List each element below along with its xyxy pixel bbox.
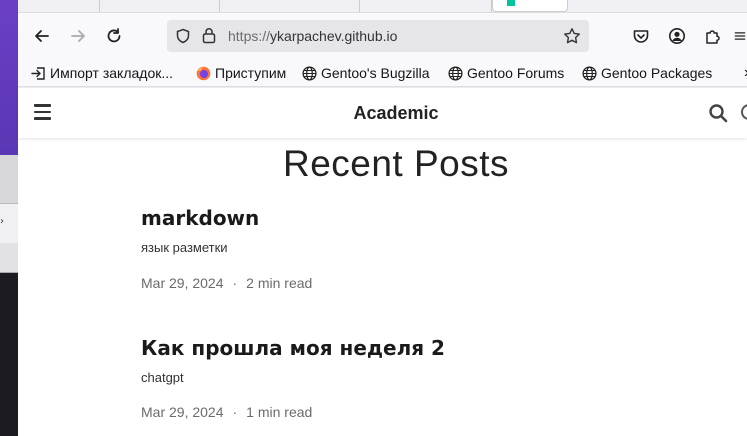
bookmark-getting-started[interactable]: Приступим (196, 64, 286, 82)
bookmark-gentoo-bugzilla[interactable]: Gentoo's Bugzilla (302, 64, 430, 82)
bookmark-label: Gentoo Forums (467, 65, 565, 81)
post-meta: Mar 29, 2024 · 2 min read (141, 275, 313, 291)
post-read-time: 1 min read (246, 404, 313, 420)
url-text[interactable]: https://ykarpachev.github.io (228, 28, 397, 44)
tab[interactable] (18, 0, 100, 12)
forward-button[interactable] (67, 25, 89, 47)
desktop-background: › (0, 0, 18, 436)
menu-icon (734, 32, 746, 40)
bookmarks-toolbar: Импорт закладок... Приступим Gentoo's Bu… (18, 60, 747, 87)
bookmark-gentoo-packages[interactable]: Gentoo Packages (582, 64, 712, 82)
back-button[interactable] (31, 25, 53, 47)
firefox-icon (196, 66, 211, 80)
post-date: Mar 29, 2024 (141, 275, 224, 291)
shield-icon[interactable] (175, 28, 191, 44)
web-page: Academic Recent Posts markdown язык разм… (18, 88, 747, 436)
import-icon (31, 66, 45, 80)
arrow-right-icon (71, 30, 85, 42)
lock-icon[interactable] (202, 27, 216, 44)
navigation-toolbar: https://ykarpachev.github.io (18, 13, 747, 60)
globe-icon (448, 65, 463, 81)
tab[interactable] (220, 0, 360, 12)
desktop-wallpaper (0, 0, 18, 155)
bookmark-label: Gentoo Packages (601, 65, 713, 81)
bookmark-label: Gentoo's Bugzilla (321, 65, 430, 81)
arrow-left-icon (35, 30, 49, 42)
post-meta: Mar 29, 2024 · 1 min read (141, 404, 313, 420)
bookmark-label: Импорт закладок... (50, 65, 174, 81)
reload-button[interactable] (103, 25, 125, 47)
post-summary: язык разметки (141, 240, 228, 255)
post-item: Как прошла моя неделя 2 chatgpt Mar 29, … (141, 336, 701, 420)
background-window-item: › (0, 203, 18, 243)
tab-active[interactable] (492, 0, 568, 12)
search-icon[interactable] (708, 103, 728, 123)
tab[interactable] (360, 0, 492, 12)
post-summary: chatgpt (141, 370, 184, 385)
post-title[interactable]: Как прошла моя неделя 2 (141, 336, 701, 360)
page-title: Recent Posts (282, 143, 510, 184)
globe-icon (302, 65, 317, 81)
bookmark-gentoo-forums[interactable]: Gentoo Forums (448, 64, 564, 82)
post-title[interactable]: markdown (141, 206, 701, 230)
site-brand[interactable]: Academic (18, 103, 747, 124)
puzzle-icon (706, 30, 720, 44)
post-date: Mar 29, 2024 (141, 404, 224, 420)
post-read-time: 2 min read (246, 275, 313, 291)
star-bookmark-icon[interactable] (563, 27, 581, 45)
bookmark-label: Приступим (215, 65, 287, 81)
tab-strip (18, 0, 747, 13)
post-item: markdown язык разметки Mar 29, 2024 · 2 mi… (141, 206, 701, 291)
reload-icon (107, 28, 121, 43)
site-header: Academic (18, 88, 747, 138)
menu-button[interactable] (733, 25, 747, 47)
pocket-icon (633, 30, 649, 43)
address-bar[interactable]: https://ykarpachev.github.io (167, 20, 589, 52)
site-favicon (507, 0, 515, 6)
account-icon (669, 28, 685, 44)
account-button[interactable] (666, 25, 688, 47)
bookmark-import[interactable]: Импорт закладок... (31, 64, 173, 82)
chevron-right-icon: › (0, 216, 4, 227)
background-window (0, 155, 18, 203)
globe-icon (582, 65, 597, 81)
tab[interactable] (100, 0, 220, 12)
pocket-button[interactable] (630, 25, 652, 47)
extensions-button[interactable] (702, 25, 724, 47)
background-window-item (0, 243, 18, 273)
